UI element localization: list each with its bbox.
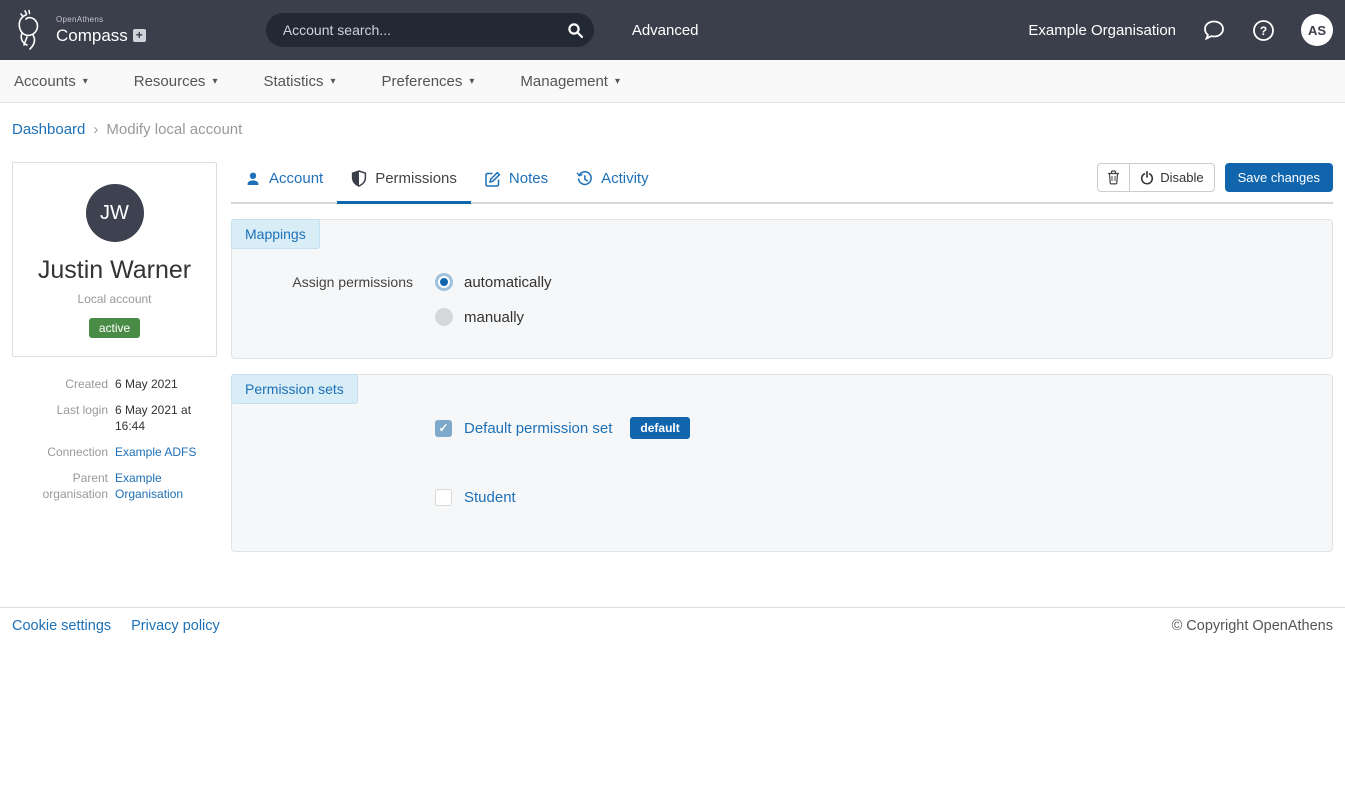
account-toolbar: Disable Save changes xyxy=(1097,163,1333,192)
breadcrumb-dashboard-link[interactable]: Dashboard xyxy=(12,121,85,138)
search-button[interactable] xyxy=(563,18,588,43)
cookie-settings-link[interactable]: Cookie settings xyxy=(12,618,111,634)
advanced-search-link[interactable]: Advanced xyxy=(632,22,699,39)
breadcrumb-current-page: Modify local account xyxy=(106,121,242,138)
detail-row-parent-organisation: Parent organisation Example Organisation xyxy=(12,470,217,502)
breadcrumb: Dashboard › Modify local account xyxy=(0,103,1345,138)
check-icon: ✓ xyxy=(438,421,448,435)
shield-icon xyxy=(351,170,367,187)
main-nav: Accounts▾ Resources▾ Statistics▾ Prefere… xyxy=(0,60,1345,103)
connection-link[interactable]: Example ADFS xyxy=(115,444,217,460)
radio-option-manually[interactable]: manually xyxy=(435,308,1332,326)
assign-permissions-label: Assign permissions xyxy=(232,274,413,290)
tab-permissions[interactable]: Permissions xyxy=(337,170,471,204)
nav-item-accounts[interactable]: Accounts▾ xyxy=(14,73,88,90)
status-badge: active xyxy=(89,318,140,338)
chevron-down-icon: ▾ xyxy=(83,76,88,87)
brand-large-label: Compass xyxy=(56,27,128,44)
radio-manually[interactable] xyxy=(435,308,453,326)
chevron-down-icon: ▾ xyxy=(330,76,335,87)
default-badge: default xyxy=(630,417,689,439)
power-icon xyxy=(1140,171,1154,185)
account-search-input[interactable] xyxy=(283,22,563,38)
permission-set-link-default[interactable]: Default permission set xyxy=(464,420,612,437)
user-icon xyxy=(245,171,261,187)
nav-item-preferences[interactable]: Preferences▾ xyxy=(382,73,475,90)
nav-item-management[interactable]: Management▾ xyxy=(520,73,620,90)
tab-notes[interactable]: Notes xyxy=(471,170,562,204)
svg-text:?: ? xyxy=(1260,24,1267,38)
permission-set-link-student[interactable]: Student xyxy=(464,489,516,506)
notes-icon xyxy=(485,171,501,187)
account-type-label: Local account xyxy=(23,292,206,306)
help-button[interactable]: ? xyxy=(1252,19,1275,42)
chevron-down-icon: ▾ xyxy=(212,76,217,87)
copyright-text: © Copyright OpenAthens xyxy=(1172,618,1333,634)
permission-set-row-student: ✓ Student xyxy=(435,489,1332,506)
footer: Cookie settings Privacy policy © Copyrig… xyxy=(0,607,1345,644)
nav-item-statistics[interactable]: Statistics▾ xyxy=(263,73,335,90)
radio-option-automatically[interactable]: automatically xyxy=(435,273,1332,291)
search-icon xyxy=(567,22,584,39)
permission-sets-panel: Permission sets ✓ Default permission set… xyxy=(231,374,1333,552)
profile-name: Justin Warner xyxy=(23,256,206,285)
parent-organisation-link[interactable]: Example Organisation xyxy=(115,470,217,502)
tab-activity[interactable]: Activity xyxy=(562,170,663,204)
account-details: Created 6 May 2021 Last login 6 May 2021… xyxy=(12,376,217,502)
avatar: JW xyxy=(86,184,144,242)
checkbox-default-permission-set[interactable]: ✓ xyxy=(435,420,452,437)
chat-icon xyxy=(1202,19,1226,41)
permission-sets-panel-title: Permission sets xyxy=(231,374,358,404)
plus-icon: + xyxy=(133,29,146,42)
radio-automatically[interactable] xyxy=(435,273,453,291)
openathens-compass-logo[interactable]: OpenAthens Compass + xyxy=(12,7,146,53)
save-changes-button[interactable]: Save changes xyxy=(1225,163,1333,192)
help-icon: ? xyxy=(1252,19,1275,42)
chat-button[interactable] xyxy=(1202,19,1226,41)
history-icon xyxy=(576,171,593,187)
trash-icon xyxy=(1107,170,1120,185)
account-search-bar xyxy=(266,13,594,47)
disable-account-button[interactable]: Disable xyxy=(1129,163,1214,192)
chevron-right-icon: › xyxy=(93,121,98,138)
profile-card: JW Justin Warner Local account active xyxy=(12,162,217,357)
brand-small-label: OpenAthens xyxy=(56,16,146,24)
user-avatar[interactable]: AS xyxy=(1301,14,1333,46)
privacy-policy-link[interactable]: Privacy policy xyxy=(131,618,220,634)
detail-row-connection: Connection Example ADFS xyxy=(12,444,217,460)
detail-row-last-login: Last login 6 May 2021 at 16:44 xyxy=(12,402,217,434)
openathens-logo-icon xyxy=(12,7,50,53)
mappings-panel-title: Mappings xyxy=(231,219,320,249)
detail-row-created: Created 6 May 2021 xyxy=(12,376,217,392)
chevron-down-icon: ▾ xyxy=(615,76,620,87)
top-bar: OpenAthens Compass + Advanced Example Or… xyxy=(0,0,1345,60)
mappings-panel: Mappings Assign permissions automaticall… xyxy=(231,219,1333,359)
tab-account[interactable]: Account xyxy=(231,170,337,204)
organisation-switcher[interactable]: Example Organisation xyxy=(1028,22,1176,39)
delete-account-button[interactable] xyxy=(1097,163,1129,192)
permission-set-row-default: ✓ Default permission set default xyxy=(435,417,1332,439)
checkbox-student[interactable]: ✓ xyxy=(435,489,452,506)
tab-bar: Account Permissions Notes xyxy=(231,162,1333,204)
chevron-down-icon: ▾ xyxy=(469,76,474,87)
nav-item-resources[interactable]: Resources▾ xyxy=(134,73,218,90)
